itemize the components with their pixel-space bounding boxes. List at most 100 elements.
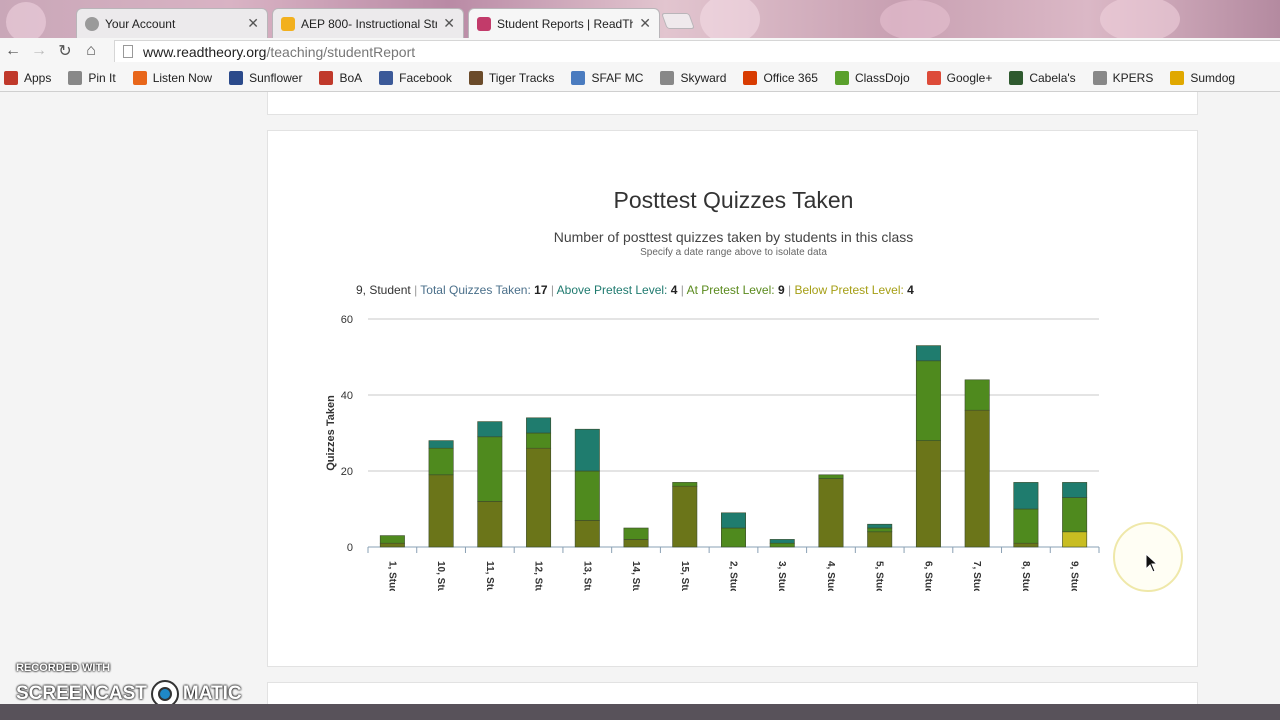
reload-icon[interactable]: ↻ <box>52 41 78 61</box>
bar-segment <box>1062 531 1088 548</box>
bookmark-sunflower[interactable]: Sunflower <box>229 70 302 85</box>
bar-segment <box>769 539 795 544</box>
bar-segment <box>769 542 795 548</box>
back-arrow-icon[interactable]: ← <box>0 42 26 60</box>
bookmark-facebook[interactable]: Facebook <box>379 70 452 85</box>
x-tick-label: 2, Student <box>728 561 739 591</box>
x-tick-label: 5, Student <box>874 561 885 591</box>
bar-segment <box>379 542 405 548</box>
bookmark-skyward[interactable]: Skyward <box>660 70 726 85</box>
x-tick-label: 7, Student <box>971 561 982 591</box>
bookmark-label: Sumdog <box>1190 70 1236 85</box>
sumdog-icon <box>1170 70 1185 85</box>
close-icon[interactable]: ✕ <box>247 15 259 32</box>
bar-segment <box>1013 508 1039 544</box>
y-tick-label: 60 <box>341 314 353 326</box>
bar-segment <box>1013 482 1039 510</box>
tab-title: Your Account <box>105 16 176 31</box>
x-tick-label: 15, Student <box>679 561 690 591</box>
tab-your-account[interactable]: Your Account ✕ <box>76 8 268 38</box>
star-icon <box>571 70 586 85</box>
tab-title: Student Reports | ReadThe <box>497 16 634 31</box>
y-tick-label: 0 <box>347 542 353 554</box>
y-axis-title: Quizzes Taken <box>325 395 337 471</box>
bookmark-label: Pin It <box>88 70 116 85</box>
background-flower <box>6 2 46 42</box>
bookmark-cabela-s[interactable]: Cabela's <box>1009 70 1076 85</box>
bar-segment <box>818 474 844 479</box>
bookmark-listen-now[interactable]: Listen Now <box>132 70 212 85</box>
posttest-chart-card: Posttest Quizzes Taken Number of posttes… <box>267 130 1198 667</box>
tab-aep-800[interactable]: AEP 800- Instructional Stra ✕ <box>272 8 464 38</box>
bar-segment <box>915 345 941 362</box>
tab-student-reports[interactable]: Student Reports | ReadThe ✕ <box>468 8 660 38</box>
x-tick-label: 1, Student <box>386 561 397 591</box>
bookmark-label: Apps <box>24 70 52 85</box>
bar-segment <box>477 436 503 502</box>
report-card-previous <box>267 92 1198 115</box>
bookmark-classdojo[interactable]: ClassDojo <box>834 70 910 85</box>
close-icon[interactable]: ✕ <box>443 15 455 32</box>
bookmark-tiger-tracks[interactable]: Tiger Tracks <box>468 70 554 85</box>
watermark-left: SCREENCAST <box>16 683 147 704</box>
forward-arrow-icon[interactable]: → <box>26 42 52 60</box>
bar-segment <box>1013 542 1039 548</box>
close-icon[interactable]: ✕ <box>639 15 651 32</box>
y-tick-label: 20 <box>341 466 353 478</box>
x-tick-label: 10, Student <box>435 561 446 591</box>
home-icon[interactable]: ⌂ <box>78 42 104 60</box>
background-flower <box>880 0 950 40</box>
mouse-pointer-icon <box>1145 553 1159 573</box>
bookmark-office-365[interactable]: Office 365 <box>743 70 818 85</box>
page-icon <box>660 70 675 85</box>
bookmark-apps[interactable]: Apps <box>4 70 52 85</box>
bar-segment <box>867 531 893 548</box>
bar-segment <box>623 539 649 548</box>
y-tick-label: 40 <box>341 390 353 402</box>
bar-segment <box>526 432 552 449</box>
bar-segment <box>721 512 746 529</box>
facebook-icon <box>379 70 394 85</box>
chart-title: Posttest Quizzes Taken <box>613 187 854 213</box>
tiger-icon <box>468 70 483 85</box>
sunflower-icon <box>229 70 244 85</box>
bar-segment <box>964 379 990 411</box>
bank-icon <box>319 70 334 85</box>
page-icon <box>123 45 133 58</box>
x-tick-label: 6, Student <box>922 561 933 591</box>
bar-segment <box>574 520 600 548</box>
bar-segment <box>818 478 844 548</box>
tooltip-total-value: 17 <box>534 283 548 297</box>
watermark-right: MATIC <box>182 683 242 704</box>
account-favicon-icon <box>85 16 99 31</box>
tooltip-below-value: 4 <box>907 283 914 297</box>
tab-title: AEP 800- Instructional Stra <box>301 16 438 31</box>
cabelas-icon <box>1009 70 1024 85</box>
bar-segment <box>379 535 405 544</box>
bookmark-label: Cabela's <box>1029 70 1076 85</box>
bookmark-sfaf-mc[interactable]: SFAF MC <box>571 70 643 85</box>
background-flower <box>1100 0 1180 42</box>
x-tick-label: 3, Student <box>776 561 787 591</box>
url-path: /teaching/studentReport <box>266 43 416 60</box>
bookmark-pin-it[interactable]: Pin It <box>68 70 116 85</box>
new-tab-button[interactable] <box>661 13 695 29</box>
bookmark-boa[interactable]: BoA <box>319 70 362 85</box>
address-bar[interactable]: www.readtheory.org/teaching/studentRepor… <box>114 40 1280 62</box>
bookmark-label: Facebook <box>399 70 452 85</box>
bookmark-kpers[interactable]: KPERS <box>1092 70 1154 85</box>
bookmark-sumdog[interactable]: Sumdog <box>1170 70 1236 85</box>
bar-segment <box>623 527 649 540</box>
x-tick-label: 12, Student <box>533 561 544 591</box>
page-icon <box>1092 70 1107 85</box>
bar-segment <box>526 417 552 434</box>
bookmark-google-[interactable]: Google+ <box>926 70 992 85</box>
browser-toolbar: ← → ↻ ⌂ www.readtheory.org/teaching/stud… <box>0 38 1280 64</box>
readtheory-favicon-icon <box>477 16 491 31</box>
bookmark-label: KPERS <box>1112 70 1154 85</box>
slides-favicon-icon <box>281 16 295 31</box>
page-icon <box>68 70 83 85</box>
dojo-icon <box>834 70 849 85</box>
bookmark-label: Office 365 <box>763 70 818 85</box>
tooltip-at-value: 9 <box>777 283 785 297</box>
